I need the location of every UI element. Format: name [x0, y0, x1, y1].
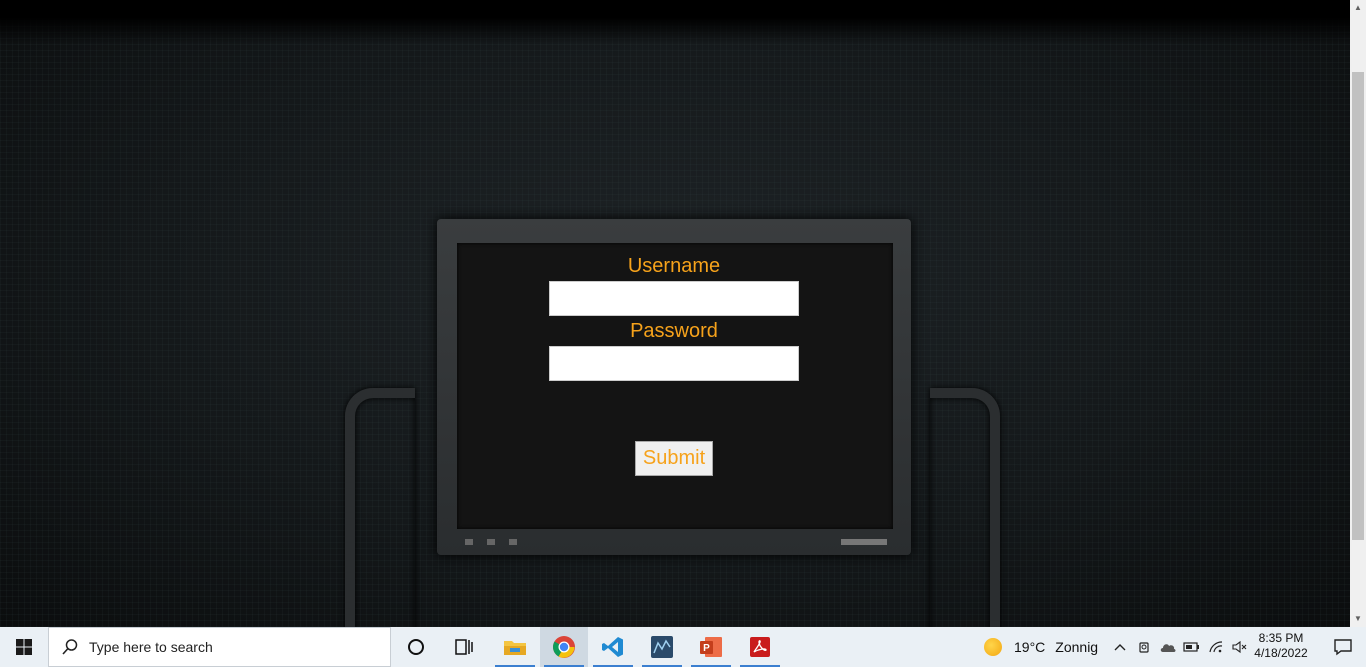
submit-button[interactable]: Submit: [635, 441, 713, 476]
password-input[interactable]: [549, 346, 799, 381]
vscode-button[interactable]: [589, 627, 637, 667]
folder-icon: [504, 641, 526, 655]
taskbar-clock[interactable]: 8:35 PM 4/18/2022: [1246, 627, 1316, 667]
acrobat-button[interactable]: [736, 627, 784, 667]
login-form: Username Password Submit: [549, 250, 799, 476]
monitor-stand-left-arm: [345, 388, 415, 627]
notification-icon: [1334, 639, 1352, 656]
windows-logo-icon: [16, 639, 32, 655]
chrome-icon: [553, 636, 575, 658]
username-label: Username: [627, 255, 721, 277]
browser-viewport: Username Password Submit: [0, 0, 1350, 627]
scrollbar-thumb[interactable]: [1352, 72, 1364, 540]
task-view-button[interactable]: [440, 627, 488, 667]
scroll-up-arrow-icon[interactable]: ▲: [1350, 0, 1366, 16]
monitor-controls: [461, 539, 891, 547]
svg-text:P: P: [703, 643, 710, 654]
taskbar-search-box[interactable]: Type here to search: [48, 627, 391, 667]
monitor-button: [465, 539, 473, 545]
chevron-up-icon[interactable]: [1108, 627, 1132, 667]
top-shadow: [0, 0, 1350, 44]
task-view-icon: [455, 639, 473, 655]
weather-condition: Zonnig: [1055, 639, 1099, 655]
start-button[interactable]: [0, 627, 48, 667]
powerpoint-icon: P: [700, 637, 722, 657]
meet-now-icon[interactable]: [1132, 627, 1156, 667]
onedrive-cloud-icon[interactable]: [1156, 627, 1180, 667]
acrobat-icon: [750, 637, 770, 657]
cortana-button[interactable]: [392, 627, 440, 667]
clock-time: 8:35 PM: [1258, 631, 1304, 645]
sun-icon: [984, 638, 1002, 656]
weather-temperature: 19°C: [1014, 639, 1046, 655]
battery-icon[interactable]: [1180, 627, 1204, 667]
search-placeholder: Type here to search: [89, 639, 213, 655]
cortana-circle-icon: [408, 639, 424, 655]
file-explorer-button[interactable]: [491, 627, 539, 667]
clock-date: 4/18/2022: [1254, 646, 1308, 660]
password-label: Password: [630, 320, 718, 342]
monitor-button: [487, 539, 495, 545]
wifi-icon[interactable]: [1204, 627, 1228, 667]
username-input[interactable]: [549, 281, 799, 316]
vscode-icon: [602, 637, 623, 657]
weather-widget[interactable]: 19°C Zonnig: [980, 627, 1098, 667]
powerpoint-button[interactable]: P: [687, 627, 735, 667]
system-tray: [1108, 627, 1252, 667]
monitor-button: [509, 539, 517, 545]
mysql-workbench-icon: [651, 636, 673, 658]
search-icon: [61, 638, 81, 656]
mysql-workbench-button[interactable]: [638, 627, 686, 667]
notification-center-button[interactable]: [1320, 627, 1366, 667]
chrome-button[interactable]: [540, 627, 588, 667]
vertical-scrollbar[interactable]: ▲ ▼: [1350, 0, 1366, 627]
scroll-down-arrow-icon[interactable]: ▼: [1350, 611, 1366, 627]
monitor-stand-right-arm: [930, 388, 1000, 627]
taskbar: Type here to search P 19°C Zonnig 8:35 P…: [0, 627, 1366, 667]
monitor-power-indicator: [841, 539, 887, 545]
